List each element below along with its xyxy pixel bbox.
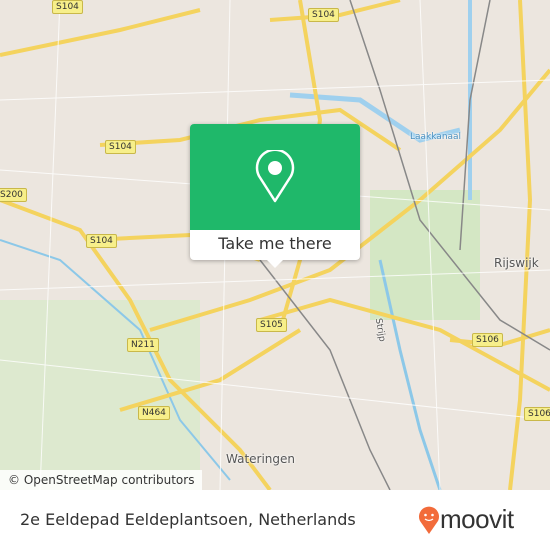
place-label: Wateringen [226,452,296,466]
moovit-pin-icon [419,506,439,534]
location-popup: Take me there [190,124,360,268]
road-shield: N211 [127,338,159,352]
popup-header [190,124,360,230]
take-me-there-button[interactable]: Take me there [190,230,360,260]
road-shield: S106 [472,333,503,347]
address-label: 2e Eeldepad Eeldeplantsoen, Netherlands [20,510,356,529]
water-label: Laakkanaal [410,132,462,142]
footer: 2e Eeldepad Eeldeplantsoen, Netherlands … [0,490,550,550]
road-shield: S104 [52,0,83,14]
road-shield: N464 [138,406,170,420]
place-label: Rijswijk [494,256,539,270]
moovit-logo[interactable]: moovit [418,504,514,535]
road-shield: S105 [256,318,287,332]
brand-name: moovit [440,504,514,534]
map-attribution[interactable]: © OpenStreetMap contributors [0,470,203,490]
road-shield: S200 [0,188,27,202]
road-shield: S104 [105,140,136,154]
road-shield: S104 [86,234,117,248]
map[interactable]: S104 S104 S104 S104 S200 S105 S106 S106 … [0,0,550,490]
map-pin-icon [255,150,295,203]
road-shield: S104 [308,8,339,22]
road-shield: S106 [524,407,550,421]
